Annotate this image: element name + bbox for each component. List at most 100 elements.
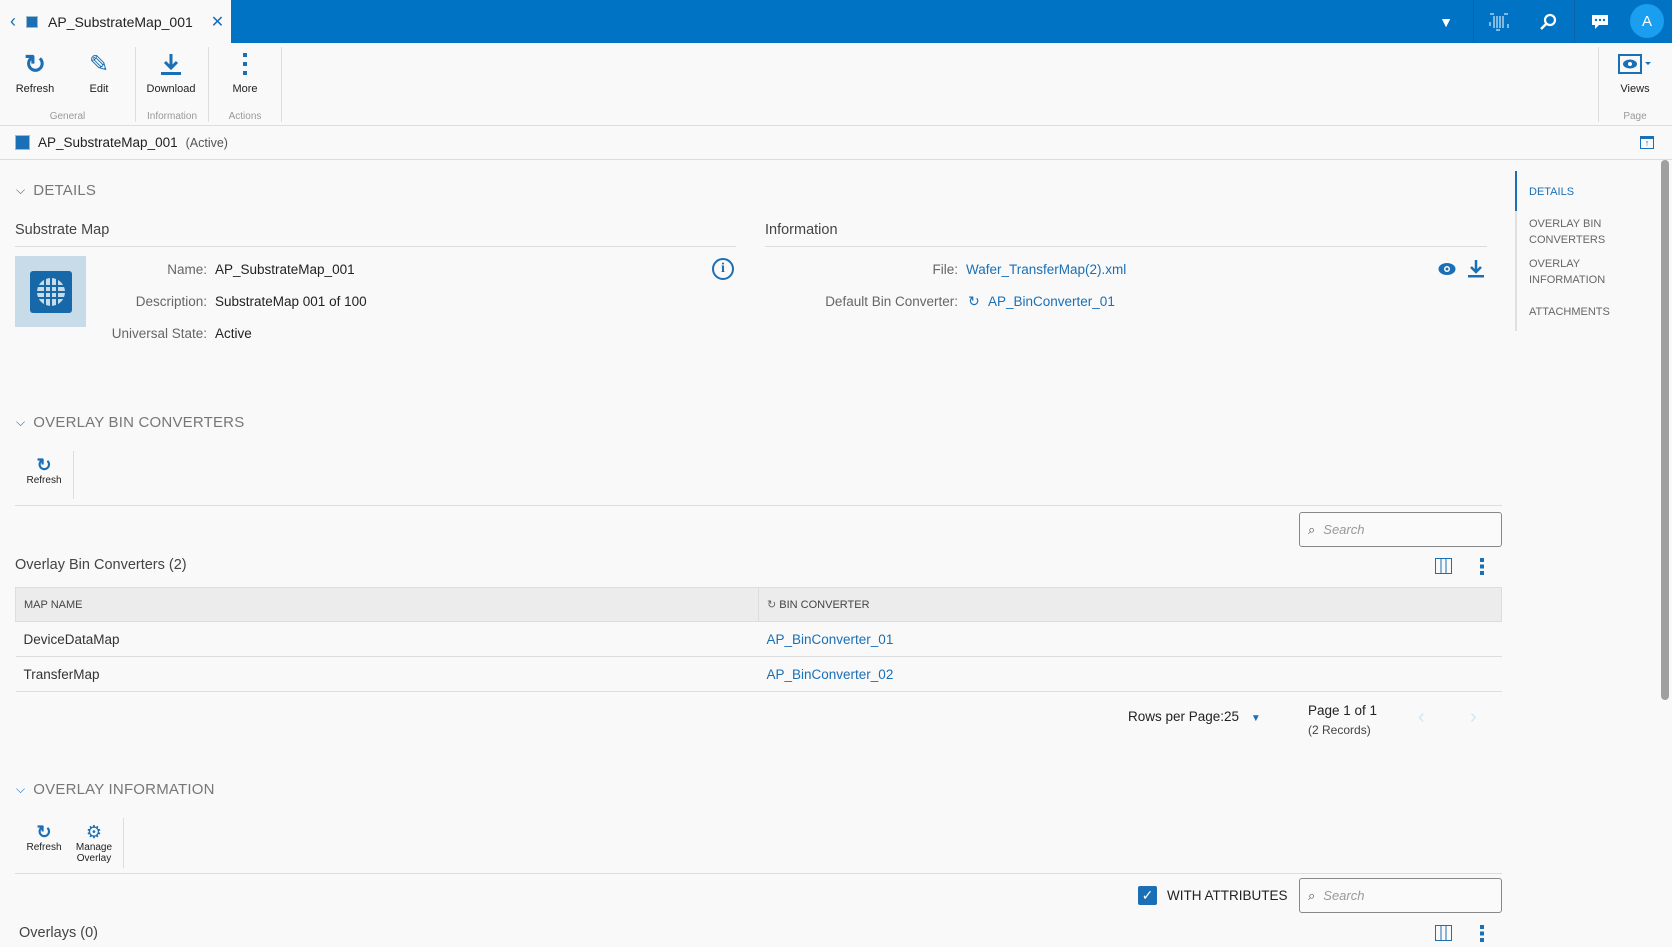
manage-overlay-button[interactable]: ⚙ Manage Overlay [71,821,117,865]
substrate-map-icon [26,15,38,28]
tab-title: AP_SubstrateMap_001 [48,13,193,30]
divider [208,47,209,122]
edit-label: Edit [89,83,109,95]
divider [73,451,74,499]
gear-icon: ⚙ [85,821,103,842]
overlay-bin-converters-section-toggle[interactable]: ⌵ OVERLAY BIN CONVERTERS [16,414,244,431]
more-vertical-icon[interactable] [1480,925,1485,945]
object-title-bar: AP_SubstrateMap_001 (Active) ↑ [0,126,1672,160]
obc-refresh-button[interactable]: ↻ Refresh [21,454,67,487]
bin-converter-link[interactable]: AP_BinConverter_02 [758,656,1502,692]
rows-per-page-select[interactable]: Rows per Page:25 ▼ [1128,709,1261,724]
refresh-icon: ↻ [36,454,52,475]
download-button[interactable]: Download [141,49,201,95]
refresh-button[interactable]: ↻ Refresh [5,48,65,96]
bin-converter-link[interactable]: AP_BinConverter_01 [758,621,1502,657]
section-title: DETAILS [33,182,97,199]
avatar[interactable]: A [1630,4,1664,38]
chat-icon[interactable] [1574,0,1624,43]
substrate-map-heading: Substrate Map [15,222,736,247]
nav-item-overlay-bin-converters[interactable]: OVERLAY BIN CONVERTERS [1529,216,1609,248]
views-button[interactable]: Views [1605,49,1665,95]
group-label-information: Information [146,111,198,122]
checkbox-checked-icon: ✓ [1138,886,1157,905]
object-state: (Active) [185,135,228,150]
file-link[interactable]: Wafer_TransferMap(2).xml [966,262,1126,277]
search-icon: ⌕ [1308,521,1316,537]
collapse-header-icon[interactable]: ↑ [1640,136,1654,149]
refresh-icon: ↻ [24,48,46,79]
divider [281,47,282,122]
table-header-row: MAP NAME ↻ BIN CONVERTER [15,587,1502,622]
column-header-bin-converter[interactable]: ↻ BIN CONVERTER [758,587,1502,622]
nav-item-attachments[interactable]: ATTACHMENTS [1529,304,1610,320]
universal-state-label: Universal State: [111,326,207,341]
previous-page-icon[interactable]: ‹ [1418,706,1425,729]
table-row[interactable]: TransferMap AP_BinConverter_02 [15,656,1502,692]
column-header-map-name[interactable]: MAP NAME [15,587,759,622]
map-name-cell: DeviceDataMap [15,621,759,657]
records-count: (2 Records) [1308,723,1371,737]
oi-refresh-button[interactable]: ↻ Refresh [21,822,67,854]
file-label: File: [932,262,958,277]
information-heading: Information [765,222,1487,247]
group-label-page: Page [1623,111,1647,122]
download-icon [141,49,201,79]
search-icon[interactable] [1523,0,1573,43]
more-button[interactable]: More [215,49,275,95]
eye-icon [1605,49,1665,79]
barcode-icon[interactable] [1473,0,1523,43]
pencil-icon: ✎ [88,50,110,78]
rows-per-page-label: Rows per Page:25 [1128,709,1240,724]
views-label: Views [1620,83,1650,95]
download-label: Download [146,83,196,95]
section-title: OVERLAY BIN CONVERTERS [33,414,245,431]
back-icon[interactable]: ‹ [10,11,16,32]
section-title: OVERLAY INFORMATION [33,781,215,798]
search-placeholder: Search [1323,888,1365,903]
download-file-icon[interactable] [1467,259,1485,282]
details-section-toggle[interactable]: ⌵ DETAILS [16,182,96,199]
default-bin-converter-label: Default Bin Converter: [825,294,958,309]
divider [15,505,1502,506]
default-bin-converter-link[interactable]: AP_BinConverter_01 [988,294,1115,309]
chevron-down-icon: ⌵ [16,415,26,429]
column-header-label: BIN CONVERTER [779,599,870,611]
search-icon: ⌕ [1308,887,1316,903]
refresh-label: Refresh [26,475,62,486]
table-row[interactable]: DeviceDataMap AP_BinConverter_01 [15,621,1502,657]
divider [1598,47,1599,122]
nav-active-indicator [1515,171,1517,211]
ribbon: ↻ Refresh ✎ Edit Download More General Inf… [0,43,1672,126]
edit-button[interactable]: ✎ Edit [69,49,129,96]
divider [15,873,1502,874]
nav-item-details[interactable]: DETAILS [1529,184,1574,200]
oi-search-input[interactable]: ⌕ Search [1299,878,1502,913]
close-tab-icon[interactable]: ✕ [211,12,224,32]
columns-icon[interactable] [1435,925,1452,944]
name-label: Name: [167,262,207,277]
dropdown-icon[interactable]: ▼ [1421,0,1471,43]
obc-table-title: Overlay Bin Converters (2) [15,557,187,573]
tab-active[interactable]: ‹ AP_SubstrateMap_001 ✕ [0,0,231,43]
next-page-icon[interactable]: › [1470,706,1477,729]
divider [123,818,124,868]
refresh-label: Refresh [15,83,55,95]
description-value: SubstrateMap 001 of 100 [215,294,367,309]
refresh-label: Refresh [26,842,62,853]
info-icon[interactable]: i [712,258,734,280]
scrollbar[interactable] [1661,160,1669,700]
object-name: AP_SubstrateMap_001 [38,135,178,150]
more-vertical-icon[interactable] [1480,558,1485,578]
obc-search-input[interactable]: ⌕ Search [1299,512,1502,547]
view-file-icon[interactable] [1438,262,1456,279]
description-label: Description: [135,294,207,309]
with-attributes-label: WITH ATTRIBUTES [1167,888,1288,903]
with-attributes-checkbox[interactable]: ✓ WITH ATTRIBUTES [1138,886,1288,905]
map-name-cell: TransferMap [15,656,759,692]
caret-down-icon: ▼ [1250,713,1261,724]
substrate-map-icon [15,135,30,150]
columns-icon[interactable] [1435,558,1452,577]
nav-item-overlay-information[interactable]: OVERLAY INFORMATION [1529,256,1609,288]
overlay-information-section-toggle[interactable]: ⌵ OVERLAY INFORMATION [16,781,215,798]
